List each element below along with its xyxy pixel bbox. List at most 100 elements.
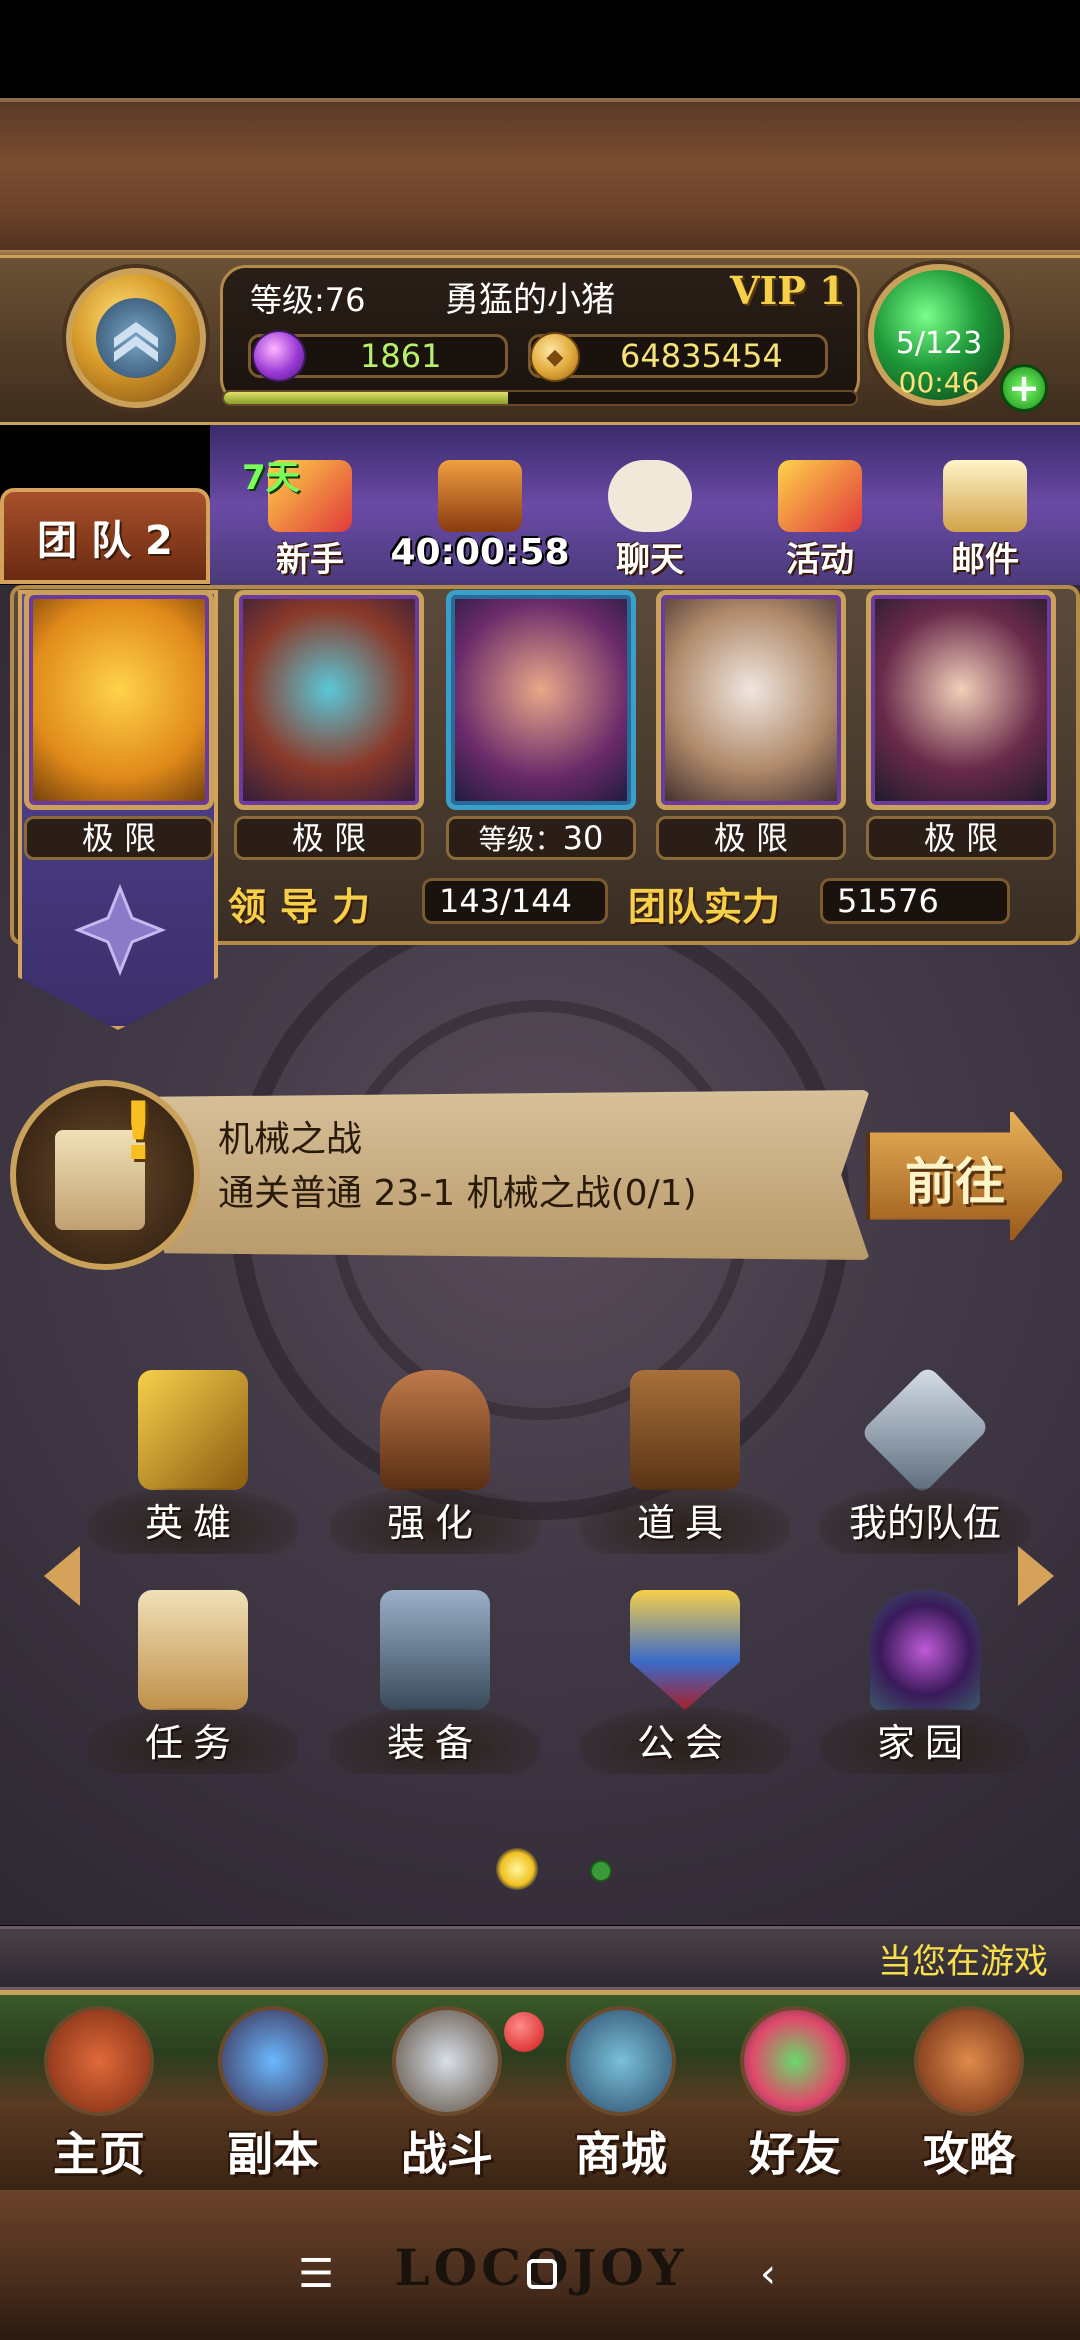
hero-level-prefix: 等级：	[478, 823, 563, 856]
nav-guide-label: 攻略	[923, 2127, 1015, 2181]
nav-friends-label: 好友	[749, 2127, 841, 2181]
my-team-label: 我的队伍	[848, 1501, 1001, 1545]
equipment-label: 装备	[386, 1721, 483, 1765]
nav-shop[interactable]: 商城	[536, 1996, 706, 2186]
rank-chevron-icon	[96, 298, 176, 378]
hero-slot[interactable]: 极 限	[656, 590, 846, 860]
team-tab-label: 团 队 2	[37, 518, 173, 564]
enhance-button[interactable]: 强化	[330, 1370, 540, 1560]
leadership-value: 143/144	[422, 878, 608, 924]
tasks-label: 任务	[144, 1721, 241, 1765]
exp-bar	[222, 390, 858, 406]
homeland-label: 家园	[876, 1721, 973, 1765]
sword-icon	[392, 2006, 502, 2116]
nav-home-label: 主页	[53, 2127, 145, 2181]
monster-icon	[566, 2006, 676, 2116]
anvil-icon	[380, 1590, 490, 1710]
player-name: 勇猛的小猪	[445, 280, 615, 320]
vip-badge[interactable]: VIP 1	[730, 268, 846, 313]
heroes-button[interactable]: 英雄	[88, 1370, 298, 1560]
crossed-swords-icon	[859, 1364, 991, 1496]
team-power-label: 团队实力	[628, 885, 781, 929]
hero-portrait	[234, 590, 424, 810]
items-label: 道具	[636, 1501, 733, 1545]
nav-dungeon[interactable]: 副本	[188, 1996, 358, 2186]
quest-description: 通关普通 23-1 机械之战(0/1)	[218, 1173, 697, 1214]
scroll-icon	[138, 1590, 248, 1710]
gem-value: 1861	[360, 337, 442, 375]
nav-battle-label: 战斗	[401, 2127, 493, 2181]
tasks-button[interactable]: 任务	[88, 1590, 298, 1780]
shield-icon	[630, 1590, 740, 1710]
hero-tag: 极 限	[234, 816, 424, 860]
crossed-swords-icon	[73, 883, 167, 977]
forge-icon	[380, 1370, 490, 1490]
home-icon[interactable]	[512, 2244, 572, 2304]
nav-home[interactable]: 主页	[14, 1996, 184, 2186]
hero-portrait	[24, 590, 214, 810]
chat-bubble-icon	[608, 460, 692, 532]
hero-portrait	[866, 590, 1056, 810]
hero-portrait	[656, 590, 846, 810]
nav-guide[interactable]: 攻略	[884, 1996, 1054, 2186]
hero-level-value: 30	[562, 819, 604, 857]
equipment-button[interactable]: 装备	[330, 1590, 540, 1780]
my-team-button[interactable]: 我的队伍	[820, 1364, 1030, 1560]
portal-icon	[870, 1590, 980, 1710]
hero-slot[interactable]: 极 限	[24, 590, 214, 860]
homeland-button[interactable]: 家园	[820, 1590, 1030, 1780]
guide-book-icon	[914, 2006, 1024, 2116]
heroes-label: 英雄	[144, 1501, 241, 1545]
add-energy-button[interactable]: +	[1000, 364, 1048, 412]
energy-timer: 00:46	[898, 366, 980, 399]
hero-tag: 极 限	[656, 816, 846, 860]
chest-countdown: 40:00:58	[390, 532, 570, 573]
activity-label: 活动	[786, 540, 854, 580]
exp-bar-fill	[224, 392, 509, 404]
nav-shop-label: 商城	[575, 2127, 667, 2181]
skull-icon	[218, 2006, 328, 2116]
team-power-value: 51576	[820, 878, 1010, 924]
chat-button[interactable]: 聊天	[590, 430, 710, 580]
home-square	[527, 2259, 557, 2289]
house-icon	[44, 2006, 154, 2116]
menu-icon[interactable]: ☰	[286, 2244, 346, 2304]
activity-button[interactable]: 活动	[760, 430, 880, 580]
guild-button[interactable]: 公会	[580, 1590, 790, 1780]
gem-icon	[252, 330, 306, 382]
enhance-label: 强化	[386, 1501, 483, 1545]
page-dot[interactable]	[590, 1860, 612, 1882]
quest-title: 机械之战	[218, 1119, 363, 1160]
friends-icon	[740, 2006, 850, 2116]
nav-friends[interactable]: 好友	[710, 1996, 880, 2186]
newbie-days-left: 7天	[242, 458, 300, 498]
chat-label: 聊天	[616, 540, 684, 580]
back-icon[interactable]: ‹	[738, 2244, 798, 2304]
hero-portrait	[446, 590, 636, 810]
exclamation-icon: !	[120, 1085, 157, 1178]
backpack-icon	[630, 1370, 740, 1490]
hero-slot[interactable]: 极 限	[866, 590, 1056, 860]
items-button[interactable]: 道具	[580, 1370, 790, 1560]
top-wood-banner	[0, 98, 1080, 260]
marquee-text: 当您在游戏	[878, 1942, 1048, 1982]
hero-slot[interactable]: 等级：30	[446, 590, 636, 860]
rank-badge[interactable]	[66, 268, 206, 408]
newbie-event-label: 新手	[276, 540, 344, 580]
coin-value: 64835454	[620, 337, 783, 375]
page-dot-active[interactable]	[496, 1848, 538, 1890]
nav-dungeon-label: 副本	[227, 2127, 319, 2181]
hero-slot[interactable]: 极 限	[234, 590, 424, 860]
hero-tag: 极 限	[24, 816, 214, 860]
hero-level-tag: 等级：30	[446, 816, 636, 860]
mail-label: 邮件	[951, 540, 1019, 580]
hero-book-icon	[138, 1370, 248, 1490]
status-bar	[0, 0, 1080, 98]
guild-label: 公会	[636, 1721, 733, 1765]
player-level: 等级:76	[250, 281, 366, 319]
treasure-chest-icon	[438, 460, 522, 532]
energy-count: 5/123	[895, 326, 983, 361]
coin-icon: ◆	[530, 332, 580, 382]
go-button-label: 前往	[905, 1153, 1005, 1211]
mail-button[interactable]: 邮件	[925, 430, 1045, 580]
